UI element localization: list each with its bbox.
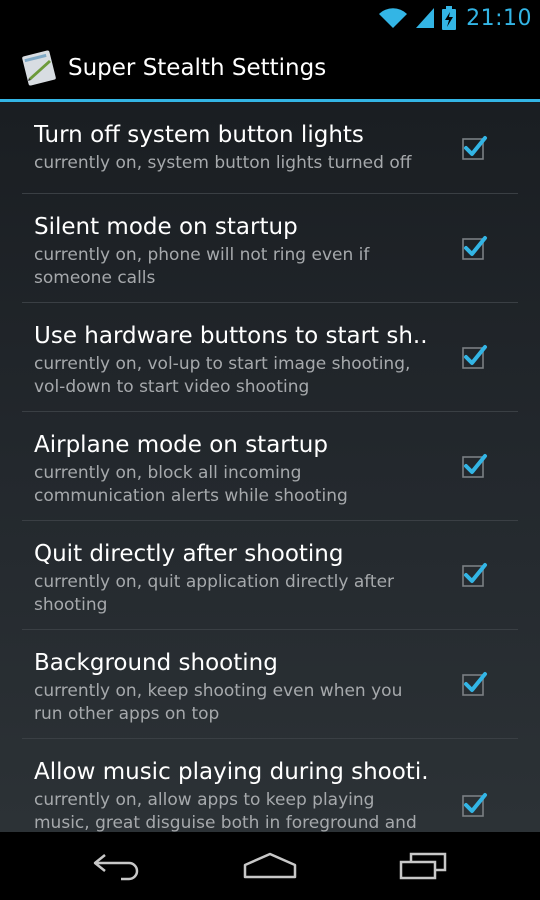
setting-checkbox[interactable] [460, 134, 488, 162]
signal-icon [414, 6, 436, 30]
setting-summary: currently on, quit application directly … [34, 572, 395, 615]
settings-list: Turn off system button lights currently … [0, 102, 540, 832]
page-title: Super Stealth Settings [68, 55, 327, 81]
setting-checkbox[interactable] [460, 234, 488, 262]
setting-checkbox[interactable] [460, 452, 488, 480]
settings-list-container: Turn off system button lights currently … [0, 102, 540, 832]
setting-row-hardware-buttons[interactable]: Use hardware buttons to start sh.. curre… [22, 303, 518, 412]
setting-summary: currently on, allow apps to keep playing… [34, 790, 417, 832]
status-icons [372, 0, 457, 36]
setting-checkbox[interactable] [460, 791, 488, 819]
setting-title: Turn off system button lights [34, 122, 364, 148]
setting-summary: currently on, system button lights turne… [34, 153, 412, 173]
action-bar: Super Stealth Settings [0, 36, 540, 100]
setting-title: Silent mode on startup [34, 214, 298, 240]
status-clock: 21:10 [466, 5, 532, 31]
setting-title: Quit directly after shooting [34, 541, 344, 567]
setting-summary: currently on, block all incoming communi… [34, 463, 348, 506]
navigation-bar [0, 832, 540, 900]
setting-title: Use hardware buttons to start sh.. [34, 323, 428, 349]
setting-checkbox[interactable] [460, 343, 488, 371]
setting-row-airplane-mode[interactable]: Airplane mode on startup currently on, b… [22, 412, 518, 521]
setting-summary: currently on, keep shooting even when yo… [34, 681, 403, 724]
app-note-icon[interactable] [18, 47, 60, 89]
home-icon[interactable] [230, 841, 310, 891]
setting-row-background-shooting[interactable]: Background shooting currently on, keep s… [22, 630, 518, 739]
recent-apps-icon[interactable] [383, 841, 463, 891]
setting-row-quit-after-shooting[interactable]: Quit directly after shooting currently o… [22, 521, 518, 630]
setting-summary: currently on, phone will not ring even i… [34, 245, 370, 288]
setting-row-button-lights[interactable]: Turn off system button lights currently … [22, 102, 518, 194]
setting-checkbox[interactable] [460, 561, 488, 589]
setting-summary: currently on, vol-up to start image shoo… [34, 354, 411, 397]
status-bar: 21:10 [0, 0, 540, 36]
setting-title: Airplane mode on startup [34, 432, 328, 458]
setting-row-silent-mode[interactable]: Silent mode on startup currently on, pho… [22, 194, 518, 303]
setting-title: Allow music playing during shooti.. [34, 759, 428, 785]
setting-title: Background shooting [34, 650, 278, 676]
back-icon[interactable] [77, 841, 157, 891]
wifi-icon [378, 6, 408, 30]
setting-checkbox[interactable] [460, 670, 488, 698]
setting-row-allow-music[interactable]: Allow music playing during shooti.. curr… [22, 739, 518, 832]
battery-charging-icon [442, 6, 457, 30]
